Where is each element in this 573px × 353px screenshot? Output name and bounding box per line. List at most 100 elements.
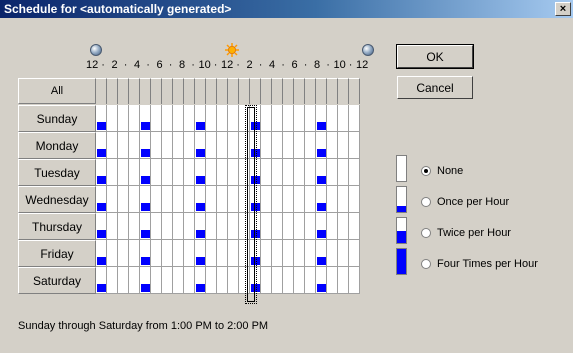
schedule-cell[interactable] bbox=[305, 105, 316, 132]
schedule-cell[interactable] bbox=[338, 240, 349, 267]
schedule-cell[interactable] bbox=[206, 240, 217, 267]
schedule-cell[interactable] bbox=[107, 105, 118, 132]
schedule-cell[interactable] bbox=[129, 267, 140, 294]
hour-header[interactable] bbox=[140, 78, 151, 104]
schedule-cell[interactable] bbox=[107, 240, 118, 267]
schedule-cell[interactable] bbox=[228, 159, 239, 186]
schedule-cell[interactable] bbox=[305, 132, 316, 159]
hour-header[interactable] bbox=[184, 78, 195, 104]
schedule-cell[interactable] bbox=[96, 105, 107, 132]
day-button-tuesday[interactable]: Tuesday bbox=[18, 159, 96, 186]
schedule-cell[interactable] bbox=[162, 240, 173, 267]
day-button-monday[interactable]: Monday bbox=[18, 132, 96, 159]
schedule-cell[interactable] bbox=[349, 213, 360, 240]
schedule-cell[interactable] bbox=[272, 240, 283, 267]
schedule-cell[interactable] bbox=[349, 159, 360, 186]
schedule-cell[interactable] bbox=[217, 240, 228, 267]
schedule-cell[interactable] bbox=[316, 213, 327, 240]
schedule-cell[interactable] bbox=[107, 267, 118, 294]
cancel-button[interactable]: Cancel bbox=[397, 76, 473, 99]
radio-button[interactable] bbox=[421, 259, 431, 269]
schedule-cell[interactable] bbox=[294, 159, 305, 186]
schedule-cell[interactable] bbox=[107, 213, 118, 240]
schedule-cell[interactable] bbox=[107, 132, 118, 159]
schedule-cell[interactable] bbox=[129, 186, 140, 213]
schedule-cell[interactable] bbox=[129, 132, 140, 159]
schedule-cell[interactable] bbox=[184, 105, 195, 132]
schedule-cell[interactable] bbox=[327, 267, 338, 294]
schedule-cell[interactable] bbox=[195, 132, 206, 159]
schedule-cell[interactable] bbox=[184, 132, 195, 159]
schedule-cell[interactable] bbox=[283, 186, 294, 213]
schedule-cell[interactable] bbox=[294, 240, 305, 267]
schedule-cell[interactable] bbox=[261, 213, 272, 240]
schedule-cell[interactable] bbox=[96, 267, 107, 294]
schedule-cell[interactable] bbox=[140, 132, 151, 159]
schedule-cell[interactable] bbox=[118, 267, 129, 294]
schedule-cell[interactable] bbox=[107, 186, 118, 213]
schedule-cell[interactable] bbox=[173, 213, 184, 240]
schedule-cell[interactable] bbox=[107, 159, 118, 186]
schedule-cell[interactable] bbox=[305, 213, 316, 240]
hour-header[interactable] bbox=[349, 78, 360, 104]
schedule-cell[interactable] bbox=[272, 132, 283, 159]
schedule-cell[interactable] bbox=[228, 213, 239, 240]
schedule-cell[interactable] bbox=[217, 105, 228, 132]
schedule-cell[interactable] bbox=[217, 267, 228, 294]
schedule-cell[interactable] bbox=[283, 105, 294, 132]
hour-header[interactable] bbox=[151, 78, 162, 104]
schedule-cell[interactable] bbox=[151, 132, 162, 159]
schedule-cell[interactable] bbox=[228, 132, 239, 159]
schedule-cell[interactable] bbox=[338, 213, 349, 240]
schedule-cell[interactable] bbox=[294, 213, 305, 240]
schedule-cell[interactable] bbox=[162, 159, 173, 186]
schedule-cell[interactable] bbox=[195, 105, 206, 132]
schedule-cell[interactable] bbox=[195, 186, 206, 213]
schedule-cell[interactable] bbox=[96, 213, 107, 240]
hour-header[interactable] bbox=[195, 78, 206, 104]
schedule-cell[interactable] bbox=[349, 267, 360, 294]
schedule-cell[interactable] bbox=[283, 213, 294, 240]
schedule-cell[interactable] bbox=[184, 213, 195, 240]
frequency-option[interactable]: Twice per Hour bbox=[421, 225, 511, 241]
schedule-cell[interactable] bbox=[349, 240, 360, 267]
hour-header[interactable] bbox=[294, 78, 305, 104]
schedule-cell[interactable] bbox=[261, 159, 272, 186]
hour-header[interactable] bbox=[206, 78, 217, 104]
schedule-cell[interactable] bbox=[129, 240, 140, 267]
schedule-cell[interactable] bbox=[151, 213, 162, 240]
schedule-cell[interactable] bbox=[140, 267, 151, 294]
hour-header[interactable] bbox=[162, 78, 173, 104]
hour-header[interactable] bbox=[338, 78, 349, 104]
schedule-cell[interactable] bbox=[140, 186, 151, 213]
schedule-cell[interactable] bbox=[294, 132, 305, 159]
schedule-cell[interactable] bbox=[305, 267, 316, 294]
schedule-cell[interactable] bbox=[228, 267, 239, 294]
schedule-cell[interactable] bbox=[195, 213, 206, 240]
schedule-cell[interactable] bbox=[173, 132, 184, 159]
schedule-cell[interactable] bbox=[327, 240, 338, 267]
schedule-cell[interactable] bbox=[283, 267, 294, 294]
schedule-cell[interactable] bbox=[316, 159, 327, 186]
schedule-cell[interactable] bbox=[272, 186, 283, 213]
hour-header[interactable] bbox=[217, 78, 228, 104]
schedule-cell[interactable] bbox=[261, 186, 272, 213]
schedule-cell[interactable] bbox=[96, 240, 107, 267]
schedule-cell[interactable] bbox=[96, 159, 107, 186]
frequency-option[interactable]: Four Times per Hour bbox=[421, 256, 538, 272]
schedule-cell[interactable] bbox=[283, 240, 294, 267]
hour-header[interactable] bbox=[239, 78, 250, 104]
schedule-cell[interactable] bbox=[217, 159, 228, 186]
schedule-cell[interactable] bbox=[140, 105, 151, 132]
hour-header[interactable] bbox=[272, 78, 283, 104]
day-button-sunday[interactable]: Sunday bbox=[18, 105, 96, 132]
frequency-option[interactable]: Once per Hour bbox=[421, 194, 509, 210]
schedule-cell[interactable] bbox=[118, 105, 129, 132]
schedule-cell[interactable] bbox=[261, 105, 272, 132]
hour-header[interactable] bbox=[316, 78, 327, 104]
schedule-cell[interactable] bbox=[184, 159, 195, 186]
schedule-cell[interactable] bbox=[327, 186, 338, 213]
schedule-cell[interactable] bbox=[294, 186, 305, 213]
schedule-cell[interactable] bbox=[338, 105, 349, 132]
schedule-cell[interactable] bbox=[316, 105, 327, 132]
